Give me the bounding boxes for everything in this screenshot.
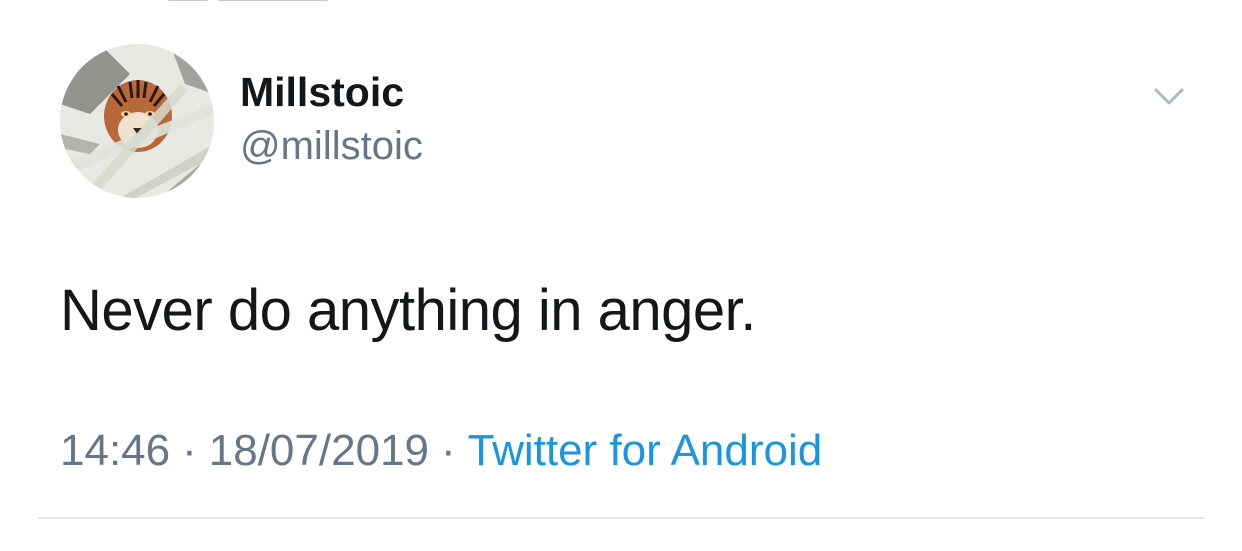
user-handle[interactable]: @millstoic — [240, 122, 423, 170]
meta-separator: · — [182, 426, 197, 475]
tiger-avatar-image — [60, 44, 214, 198]
tweet-date: 18/07/2019 — [208, 426, 429, 475]
chevron-down-icon[interactable] — [1146, 80, 1192, 116]
divider — [38, 517, 1204, 519]
tweet-time: 14:46 — [60, 426, 171, 475]
avatar[interactable] — [60, 44, 214, 198]
previous-tweet-fragment — [168, 0, 398, 4]
display-name[interactable]: Millstoic — [240, 68, 404, 116]
tweet-meta: 14:46 · 18/07/2019 · Twitter for Android — [60, 425, 822, 477]
meta-separator: · — [440, 426, 456, 475]
tweet-text: Never do anything in anger. — [60, 278, 756, 343]
tweet-source-link[interactable]: Twitter for Android — [468, 426, 823, 475]
